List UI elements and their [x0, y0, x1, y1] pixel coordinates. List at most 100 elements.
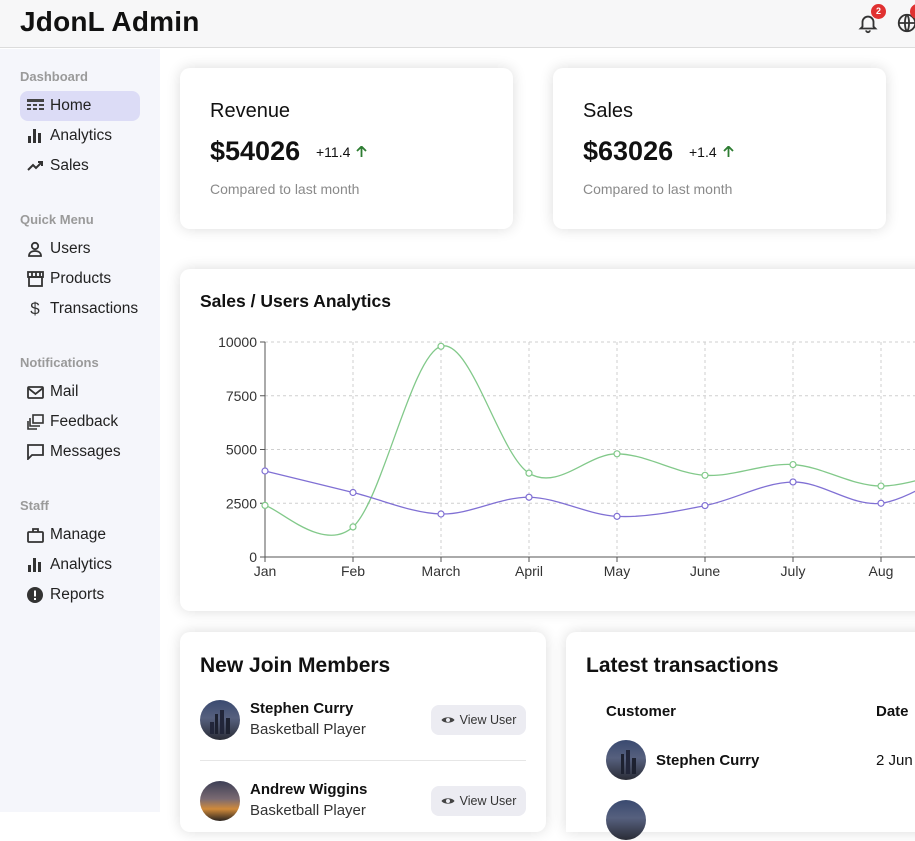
- sidebar-item-manage[interactable]: Manage: [20, 520, 140, 550]
- analytics-chart-card: Sales / Users Analytics 0 2500 5000 7500 100…: [180, 269, 915, 611]
- sidebar-item-reports[interactable]: Reports: [20, 580, 140, 610]
- sidebar-item-sales[interactable]: Sales: [20, 151, 140, 181]
- series-line-2: [264, 470, 915, 518]
- data-point: [613, 512, 621, 520]
- sidebar: Dashboard Home Analytics Sales Quick Men…: [0, 49, 160, 812]
- report-icon: [26, 586, 44, 604]
- kpi-delta-value: +11.4: [316, 144, 351, 160]
- mail-icon: [26, 383, 44, 401]
- sidebar-section-quick-menu: Quick Menu: [20, 212, 94, 227]
- data-point: [701, 471, 709, 479]
- chat-icon: [26, 443, 44, 461]
- data-point: [613, 450, 621, 458]
- table-row: Stephen Curry 2 Jun: [606, 740, 915, 780]
- sidebar-item-label: Sales: [50, 157, 89, 174]
- y-tick-label: 7500: [226, 388, 257, 404]
- user-icon: [26, 240, 44, 258]
- data-point: [349, 523, 357, 531]
- member-name: Andrew Wiggins: [250, 781, 368, 798]
- sidebar-item-products[interactable]: Products: [20, 264, 140, 294]
- sidebar-item-label: Feedback: [50, 413, 119, 430]
- sidebar-item-label: Messages: [50, 443, 121, 460]
- home-icon: [26, 97, 44, 115]
- transaction-customer: Stephen Curry: [656, 752, 760, 769]
- language-button[interactable]: 2: [896, 4, 915, 34]
- sidebar-item-users[interactable]: Users: [20, 234, 140, 264]
- view-user-button[interactable]: View User: [431, 705, 526, 735]
- data-point: [349, 488, 357, 497]
- kpi-card-revenue: Revenue $54026 +11.4 Compared to last mo…: [180, 68, 513, 229]
- sidebar-item-label: Analytics: [50, 127, 113, 144]
- x-tick-label: May: [604, 563, 630, 579]
- app-logo[interactable]: JdonL Admin: [20, 6, 200, 38]
- bar-chart-icon: [26, 127, 44, 145]
- sidebar-item-label: Manage: [50, 526, 107, 543]
- sidebar-item-label: Reports: [50, 586, 105, 603]
- member-role: Basketball Player: [250, 802, 366, 819]
- avatar: [200, 781, 240, 821]
- notifications-button[interactable]: 2: [857, 4, 886, 34]
- eye-icon: [441, 717, 455, 723]
- kpi-card-sales: Sales $63026 +1.4 Compared to last month: [553, 68, 886, 229]
- member-name: Stephen Curry: [250, 700, 354, 717]
- sidebar-section-dashboard: Dashboard: [20, 69, 88, 84]
- kpi-value: $54026: [210, 136, 301, 166]
- sidebar-item-staff-analytics[interactable]: Analytics: [20, 550, 140, 580]
- arrow-up-icon: [723, 146, 734, 157]
- top-bar: JdonL Admin 2 2: [0, 0, 915, 48]
- sidebar-item-home[interactable]: Home: [20, 91, 140, 121]
- new-members-card: New Join Members Stephen Curry Basketbal…: [180, 632, 546, 832]
- data-point: [877, 499, 885, 507]
- transaction-date: 2 Jun: [876, 752, 913, 769]
- data-point: [437, 510, 445, 518]
- sidebar-item-label: Transactions: [50, 300, 139, 317]
- data-point: [525, 469, 533, 477]
- bar-chart-icon: [26, 556, 44, 574]
- kpi-title: Revenue: [210, 100, 291, 122]
- data-point: [437, 342, 445, 350]
- data-point: [261, 467, 269, 475]
- series-line-1: [264, 345, 915, 536]
- sidebar-item-label: Home: [50, 97, 92, 114]
- sidebar-section-staff: Staff: [20, 498, 49, 513]
- sidebar-item-transactions[interactable]: $ Transactions: [20, 294, 140, 324]
- x-tick-label: Jan: [254, 563, 277, 579]
- sidebar-item-label: Mail: [50, 383, 79, 400]
- latest-transactions-card: Latest transactions Customer Date Stephe…: [566, 632, 915, 840]
- notifications-badge: 2: [871, 4, 886, 19]
- data-point: [789, 478, 797, 486]
- data-point: [261, 501, 269, 509]
- kpi-delta: +11.4: [316, 144, 368, 160]
- data-point: [701, 502, 709, 510]
- kpi-delta-value: +1.4: [689, 144, 717, 160]
- dollar-icon: $: [30, 299, 40, 318]
- x-tick-label: Aug: [869, 563, 894, 579]
- arrow-up-icon: [356, 146, 368, 157]
- sidebar-item-mail[interactable]: Mail: [20, 377, 140, 407]
- trending-up-icon: [26, 157, 44, 175]
- x-tick-label: July: [781, 563, 806, 579]
- sidebar-item-label: Analytics: [50, 556, 113, 573]
- sidebar-item-feedback[interactable]: Feedback: [20, 407, 140, 437]
- avatar: [606, 800, 646, 840]
- member-row: Andrew Wiggins Basketball Player View Us…: [200, 781, 526, 841]
- member-role: Basketball Player: [250, 721, 366, 738]
- avatar: [200, 700, 240, 740]
- x-tick-label: March: [422, 563, 461, 579]
- y-tick-label: 5000: [226, 442, 257, 458]
- eye-icon: [441, 798, 455, 804]
- analytics-line-chart: 025005000750010000Jan Feb March April May Jun…: [218, 334, 915, 579]
- kpi-delta: +1.4: [689, 144, 734, 160]
- member-row: Stephen Curry Basketball Player View Use…: [200, 700, 526, 760]
- sidebar-item-label: Products: [50, 270, 112, 287]
- column-header-date: Date: [876, 703, 909, 720]
- transactions-title: Latest transactions: [586, 654, 779, 677]
- sidebar-item-analytics[interactable]: Analytics: [20, 121, 140, 151]
- new-members-title: New Join Members: [200, 654, 391, 677]
- sidebar-item-label: Users: [50, 240, 91, 257]
- x-tick-label: Feb: [341, 563, 365, 579]
- x-tick-label: April: [515, 563, 543, 579]
- kpi-subtitle: Compared to last month: [583, 181, 733, 197]
- feedback-icon: [26, 413, 44, 431]
- sidebar-item-messages[interactable]: Messages: [20, 437, 140, 467]
